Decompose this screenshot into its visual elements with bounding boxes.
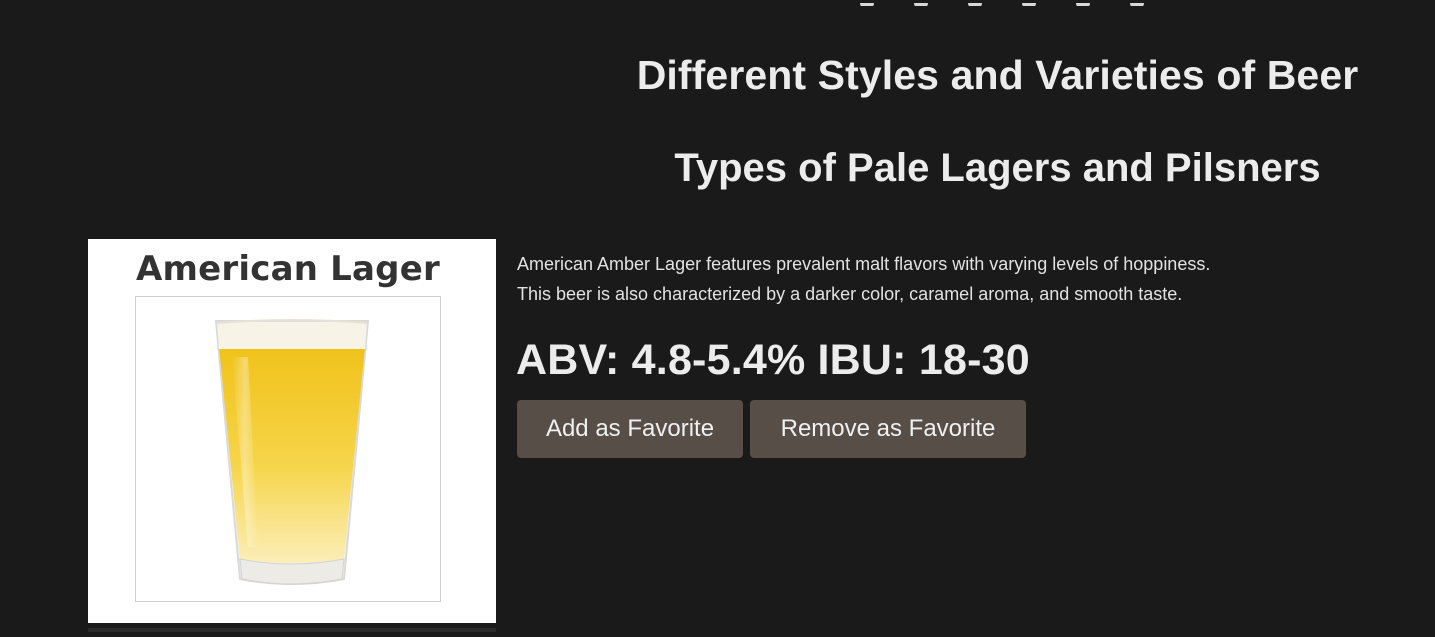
- beer-description-line: American Amber Lager features prevalent …: [517, 254, 1211, 274]
- cropped-heading-remnant: [860, 0, 1190, 6]
- beer-description-line: This beer is also characterized by a dar…: [517, 284, 1183, 304]
- beer-stats: ABV: 4.8-5.4% IBU: 18-30: [516, 336, 1030, 384]
- page: Different Styles and Varieties of Beer T…: [0, 0, 1435, 637]
- remove-favorite-button[interactable]: Remove as Favorite: [750, 400, 1026, 458]
- page-title: Different Styles and Varieties of Beer: [636, 52, 1359, 98]
- beer-image-frame: [135, 296, 441, 602]
- beer-image-caption: American Lager: [136, 249, 440, 289]
- section-title: Types of Pale Lagers and Pilsners: [674, 146, 1321, 190]
- beer-glass-icon: [214, 319, 370, 585]
- card-shadow-bar: [88, 628, 496, 632]
- beer-image-card: American Lager: [88, 239, 496, 623]
- beer-description: American Amber Lager features prevalent …: [517, 249, 1397, 309]
- add-favorite-button[interactable]: Add as Favorite: [517, 400, 743, 458]
